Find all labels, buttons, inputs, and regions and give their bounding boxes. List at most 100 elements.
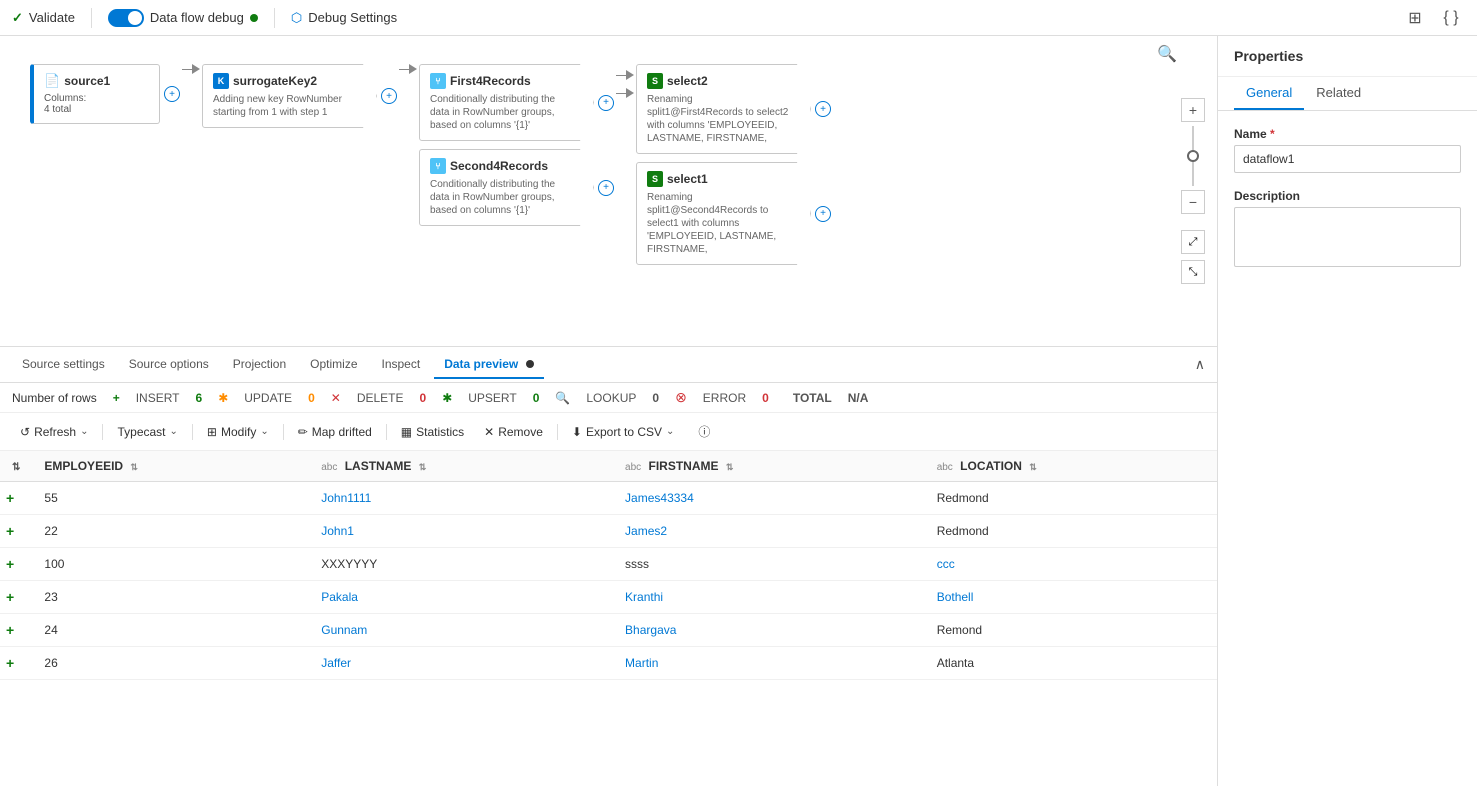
select1-plus[interactable]: +	[815, 206, 831, 222]
cell-location: Redmond	[925, 482, 1217, 515]
surrogatekey2-node[interactable]: K surrogateKey2 Adding new key RowNumber…	[202, 64, 377, 128]
cell-firstname: James43334	[613, 482, 925, 515]
refresh-btn[interactable]: ↺ Refresh ⌄	[12, 421, 96, 443]
tab-projection[interactable]: Projection	[223, 351, 296, 379]
info-btn[interactable]: ⓘ	[690, 419, 718, 444]
prop-tab-related[interactable]: Related	[1304, 77, 1373, 110]
cell-employeeid: 23	[32, 581, 309, 614]
canvas-search-btn[interactable]: 🔍	[1157, 44, 1177, 64]
debug-toggle[interactable]	[108, 9, 144, 27]
debug-settings-icon: ⬡	[291, 10, 302, 26]
tab-source-options[interactable]: Source options	[119, 351, 219, 379]
grid-view-btn[interactable]: ⊞	[1401, 4, 1429, 32]
lastname-col-type: abc	[321, 462, 337, 473]
code-view-btn[interactable]: { }	[1437, 4, 1465, 32]
sep5	[557, 424, 558, 440]
insert-label: INSERT	[136, 391, 180, 405]
map-drifted-icon: ✏	[298, 425, 308, 439]
second4records-icon: ⑂	[430, 158, 446, 174]
zoom-out-btn[interactable]: −	[1181, 190, 1205, 214]
description-input[interactable]	[1234, 207, 1461, 267]
table-body: + 55 John1111 James43334 Redmond + 22 Jo…	[0, 482, 1217, 680]
cell-lastname: John1111	[309, 482, 613, 515]
zoom-fit-btn[interactable]: ⤢	[1181, 230, 1205, 254]
employeeid-sort[interactable]: ⇅	[130, 462, 138, 472]
firstname-sort[interactable]: ⇅	[726, 462, 734, 472]
error-val: 0	[762, 391, 769, 405]
prop-tab-general[interactable]: General	[1234, 77, 1304, 110]
cell-employeeid: 26	[32, 647, 309, 680]
panel-tabs: Source settings Source options Projectio…	[0, 347, 1217, 383]
surrogatekey2-plus[interactable]: +	[381, 88, 397, 104]
cell-location: Redmond	[925, 515, 1217, 548]
modify-icon: ⊞	[207, 425, 217, 439]
update-val: 0	[308, 391, 315, 405]
panel-collapse-btn[interactable]: ∧	[1195, 356, 1205, 373]
sep4	[386, 424, 387, 440]
select1-icon: S	[647, 171, 663, 187]
tab-data-preview[interactable]: Data preview	[434, 351, 543, 379]
th-lastname[interactable]: abc LASTNAME ⇅	[309, 451, 613, 482]
firstname-col-label: FIRSTNAME	[649, 459, 719, 473]
second4records-title: Second4Records	[450, 159, 548, 173]
second4records-node[interactable]: ⑂ Second4Records Conditionally distribut…	[419, 149, 594, 226]
second4records-desc: Conditionally distributing the data in R…	[430, 178, 573, 217]
stats-row: Number of rows + INSERT 6 ✱ UPDATE 0 ✕ D…	[0, 383, 1217, 413]
upsert-val: 0	[533, 391, 540, 405]
delete-label: DELETE	[357, 391, 404, 405]
upsert-icon: ✱	[442, 391, 452, 405]
lastname-sort[interactable]: ⇅	[419, 462, 427, 472]
select2-node[interactable]: S select2 Renaming split1@First4Records …	[636, 64, 811, 154]
source1-icon: 📄	[44, 73, 60, 89]
name-input[interactable]	[1234, 145, 1461, 173]
first4records-node[interactable]: ⑂ First4Records Conditionally distributi…	[419, 64, 594, 141]
top-toolbar: ✓ Validate Data flow debug ⬡ Debug Setti…	[0, 0, 1477, 36]
row-insert-icon: +	[0, 614, 32, 647]
zoom-slider[interactable]	[1192, 126, 1194, 186]
check-icon: ✓	[12, 10, 23, 26]
source1-node[interactable]: 📄 source1 Columns: 4 total	[30, 64, 160, 124]
name-label: Name *	[1234, 127, 1461, 141]
source1-plus[interactable]: +	[164, 86, 180, 102]
statistics-btn[interactable]: ▦ Statistics	[393, 421, 472, 443]
update-icon: ✱	[218, 391, 228, 405]
total-label: TOTAL	[793, 391, 832, 405]
th-location[interactable]: abc LOCATION ⇅	[925, 451, 1217, 482]
select2-icon: S	[647, 73, 663, 89]
zoom-in-btn[interactable]: +	[1181, 98, 1205, 122]
first4records-plus[interactable]: +	[598, 95, 614, 111]
tab-source-settings[interactable]: Source settings	[12, 351, 115, 379]
cell-employeeid: 24	[32, 614, 309, 647]
table-row: + 23 Pakala Kranthi Bothell	[0, 581, 1217, 614]
tab-inspect[interactable]: Inspect	[372, 351, 431, 379]
validate-btn[interactable]: ✓ Validate	[12, 10, 75, 26]
debug-settings-btn[interactable]: ⬡ Debug Settings	[291, 10, 397, 26]
th-icon: ⇅	[0, 451, 32, 482]
remove-btn[interactable]: ✕ Remove	[476, 421, 551, 443]
location-sort[interactable]: ⇅	[1029, 462, 1037, 472]
cell-firstname: Kranthi	[613, 581, 925, 614]
error-icon: ⊗	[675, 389, 687, 406]
source1-title: source1	[64, 74, 110, 88]
zoom-controls: + − ⤢ ⤡	[1181, 98, 1205, 284]
tab-optimize[interactable]: Optimize	[300, 351, 367, 379]
data-table-container[interactable]: ⇅ EMPLOYEEID ⇅ abc LASTNAME ⇅	[0, 451, 1217, 786]
th-firstname[interactable]: abc FIRSTNAME ⇅	[613, 451, 925, 482]
select1-node[interactable]: S select1 Renaming split1@Second4Records…	[636, 162, 811, 265]
second4records-plus[interactable]: +	[598, 180, 614, 196]
name-field: Name *	[1234, 127, 1461, 173]
th-employeeid[interactable]: EMPLOYEEID ⇅	[32, 451, 309, 482]
rows-label: Number of rows	[12, 391, 97, 405]
modify-btn[interactable]: ⊞ Modify ⌄	[199, 421, 277, 443]
export-csv-btn[interactable]: ⬇ Export to CSV ⌄	[564, 421, 682, 443]
table-row: + 55 John1111 James43334 Redmond	[0, 482, 1217, 515]
map-drifted-btn[interactable]: ✏ Map drifted	[290, 421, 380, 443]
zoom-expand-btn[interactable]: ⤡	[1181, 260, 1205, 284]
debug-status-dot	[250, 14, 258, 22]
row-insert-icon: +	[0, 515, 32, 548]
select2-desc: Renaming split1@First4Records to select2…	[647, 93, 790, 145]
source1-meta: Columns: 4 total	[44, 93, 147, 115]
cell-location: ccc	[925, 548, 1217, 581]
select2-plus[interactable]: +	[815, 101, 831, 117]
typecast-btn[interactable]: Typecast ⌄	[109, 421, 185, 443]
